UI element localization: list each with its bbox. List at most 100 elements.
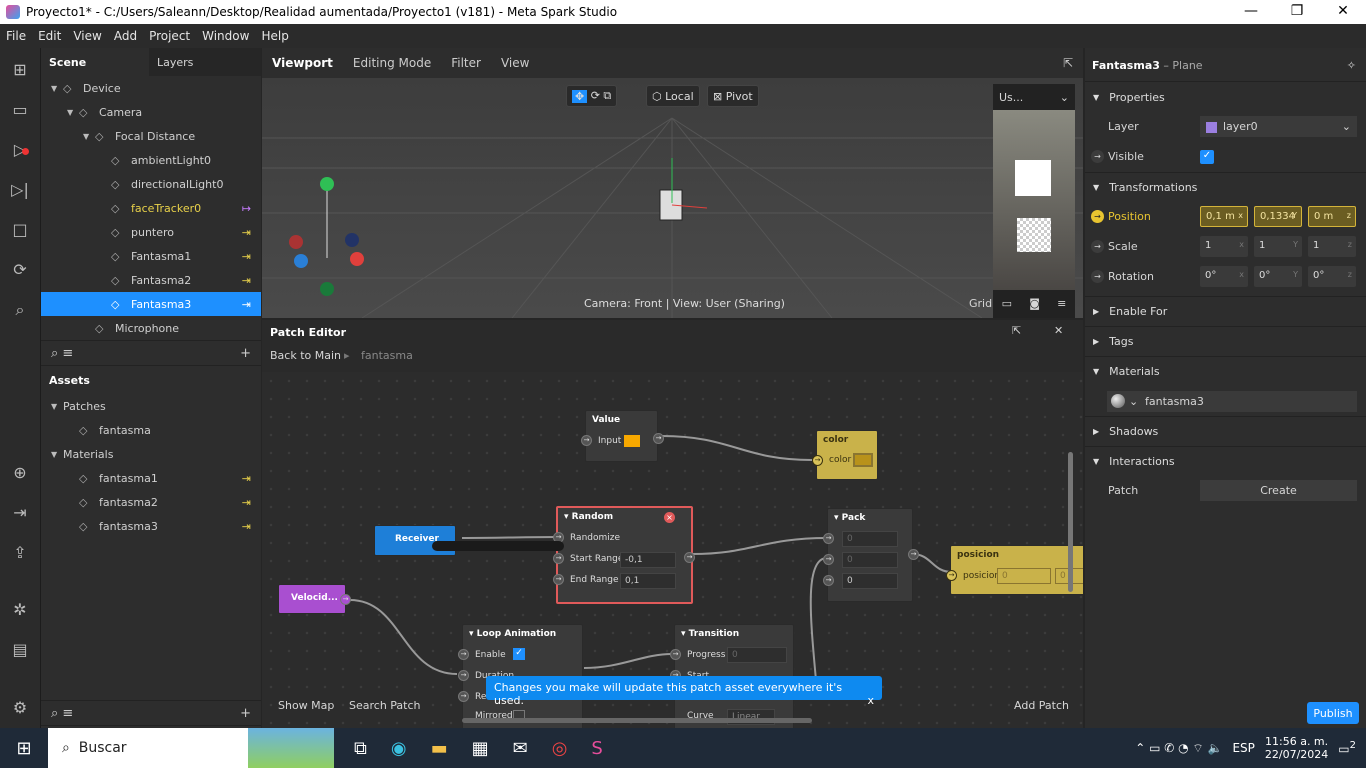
transform-tools[interactable]: ✥ ⟳ ⧉: [566, 85, 618, 107]
close-button[interactable]: ✕: [1320, 0, 1366, 24]
random-node[interactable]: ▾ Random × → Randomize → Start Range -0,1 …: [553, 506, 695, 604]
expand-toggle[interactable]: ▼: [67, 108, 79, 117]
menu-add[interactable]: Add: [108, 29, 143, 43]
add-icon[interactable]: +: [240, 346, 251, 361]
expand-toggle[interactable]: ▼: [83, 132, 95, 141]
file-explorer-icon[interactable]: ▬: [431, 738, 448, 759]
expand-toggle[interactable]: ▼: [51, 84, 63, 93]
3d-scene[interactable]: [262, 78, 1083, 318]
patch-link-icon[interactable]: ⇥: [242, 250, 251, 263]
patch-link-icon[interactable]: ⇥: [242, 472, 251, 485]
value-node[interactable]: Value → Input →: [581, 410, 664, 462]
send-to-device-icon[interactable]: ⇥: [10, 503, 30, 523]
add-icon[interactable]: +: [240, 706, 251, 721]
rotation-x[interactable]: 0° x: [1200, 266, 1248, 287]
expand-toggle[interactable]: ▼: [51, 402, 63, 411]
tree-item[interactable]: ◇ Fantasma2 ⇥: [41, 268, 261, 292]
patch-link-icon[interactable]: ⇥: [242, 274, 251, 287]
store-icon[interactable]: ▦: [472, 738, 489, 759]
tree-item[interactable]: ◇ fantasma2 ⇥: [41, 490, 261, 514]
edge-icon[interactable]: ◉: [391, 738, 407, 759]
delete-node-icon[interactable]: ×: [664, 512, 675, 523]
patch-link-icon[interactable]: ⇥: [242, 298, 251, 311]
tree-item[interactable]: ▼ ◇ Device: [41, 76, 261, 100]
scale-y[interactable]: 1Y: [1254, 236, 1302, 257]
close-icon[interactable]: x: [867, 694, 874, 707]
chrome-icon[interactable]: ◎: [552, 738, 568, 759]
tree-item[interactable]: ◇ fantasma1 ⇥: [41, 466, 261, 490]
camera-icon[interactable]: ◙: [1029, 297, 1040, 310]
restore-button[interactable]: ❐: [1274, 0, 1320, 24]
clock[interactable]: 11:56 a. m. 22/07/2024: [1265, 735, 1328, 761]
minimize-button[interactable]: —: [1228, 0, 1274, 24]
video-icon[interactable]: ▭: [10, 100, 30, 120]
task-view-icon[interactable]: ⧉: [354, 738, 367, 759]
tree-item[interactable]: ◇ fantasma: [41, 418, 261, 442]
layout-icon[interactable]: ⊞: [10, 60, 30, 80]
publish-button[interactable]: Publish: [1307, 702, 1359, 724]
close-icon[interactable]: ✕: [1054, 324, 1063, 337]
position-y[interactable]: 0,1334 Y: [1254, 206, 1302, 227]
posicion-node[interactable]: posicion → posicion 0 0: [946, 545, 1083, 595]
expand-toggle[interactable]: ▼: [51, 450, 63, 459]
vertical-scrollbar[interactable]: [1068, 452, 1073, 592]
tab-scene[interactable]: Scene: [41, 48, 149, 76]
pack-node[interactable]: ▾ Pack → 0 → 0 → 0 →: [823, 508, 919, 602]
tree-item[interactable]: ◇ ambientLight0: [41, 148, 261, 172]
search-patch-button[interactable]: Search Patch: [349, 699, 421, 712]
menu-view[interactable]: View: [67, 29, 107, 43]
tree-item[interactable]: ◇ faceTracker0 ↦: [41, 196, 261, 220]
position-z[interactable]: 0 mz: [1308, 206, 1356, 227]
popout-icon[interactable]: ⇱: [1012, 324, 1021, 337]
patch-canvas[interactable]: Value → Input → color → color ▾ Random × →…: [262, 372, 1083, 728]
refresh-icon[interactable]: ⟳: [10, 260, 30, 280]
menu-icon[interactable]: ≡: [1057, 297, 1066, 310]
tab-editing-mode[interactable]: Editing Mode: [343, 56, 441, 70]
start-range-field[interactable]: -0,1: [620, 552, 676, 568]
tree-item[interactable]: ▼ ◇ Focal Distance: [41, 124, 261, 148]
play-record-icon[interactable]: ▷: [10, 140, 30, 160]
patch-link-icon[interactable]: ⇥: [242, 520, 251, 533]
tab-viewport[interactable]: Viewport: [262, 56, 343, 70]
section-properties[interactable]: ▼ Properties: [1085, 82, 1366, 112]
section-enable-for[interactable]: ▶ Enable For: [1085, 296, 1366, 326]
tree-item[interactable]: ◇ fantasma3 ⇥: [41, 514, 261, 538]
local-toggle[interactable]: ⬡ Local: [646, 85, 700, 107]
position-x[interactable]: 0,1 mx: [1200, 206, 1248, 227]
search-icon[interactable]: ⌕: [10, 300, 30, 320]
tab-filter[interactable]: Filter: [441, 56, 491, 70]
patch-link-icon[interactable]: ⇥: [242, 226, 251, 239]
section-transformations[interactable]: ▼ Transformations: [1085, 172, 1366, 202]
tree-item[interactable]: ▼ Materials: [41, 442, 261, 466]
color-swatch[interactable]: [624, 435, 640, 447]
tree-item[interactable]: ◇ Fantasma3 ⇥: [41, 292, 261, 316]
menu-file[interactable]: File: [0, 29, 32, 43]
section-interactions[interactable]: ▼ Interactions: [1085, 446, 1366, 476]
menu-edit[interactable]: Edit: [32, 29, 67, 43]
notifications-icon[interactable]: ▭2: [1338, 740, 1356, 756]
taskbar-search[interactable]: ⌕ Buscar: [48, 728, 248, 768]
windows-start-icon[interactable]: ⊞: [0, 738, 48, 759]
mail-icon[interactable]: ✉: [513, 738, 528, 759]
section-shadows[interactable]: ▶ Shadows: [1085, 416, 1366, 446]
patch-link-icon[interactable]: ⇥: [242, 496, 251, 509]
section-materials[interactable]: ▼ Materials: [1085, 356, 1366, 386]
back-to-main-link[interactable]: Back to Main: [270, 349, 341, 362]
tree-item[interactable]: ◇ puntero ⇥: [41, 220, 261, 244]
material-select[interactable]: ⌄ fantasma3: [1107, 391, 1357, 412]
console-icon[interactable]: ▤: [10, 640, 30, 660]
create-patch-button[interactable]: Create: [1200, 480, 1357, 501]
enable-checkbox[interactable]: ✓: [513, 648, 525, 660]
rotation-y[interactable]: 0° Y: [1254, 266, 1302, 287]
upload-icon[interactable]: ⇪: [10, 543, 30, 563]
tree-item[interactable]: ◇ directionalLight0: [41, 172, 261, 196]
preview-device-select[interactable]: Us... ⌄: [993, 84, 1075, 110]
scale-x[interactable]: 1x: [1200, 236, 1248, 257]
section-tags[interactable]: ▶ Tags: [1085, 326, 1366, 356]
menu-help[interactable]: Help: [255, 29, 294, 43]
end-range-field[interactable]: 0,1: [620, 573, 676, 589]
meta-spark-icon[interactable]: S: [591, 738, 602, 759]
grid-label[interactable]: Grid: [969, 297, 992, 310]
tab-view[interactable]: View: [491, 56, 539, 70]
tree-item[interactable]: ◇ Microphone: [41, 316, 261, 340]
